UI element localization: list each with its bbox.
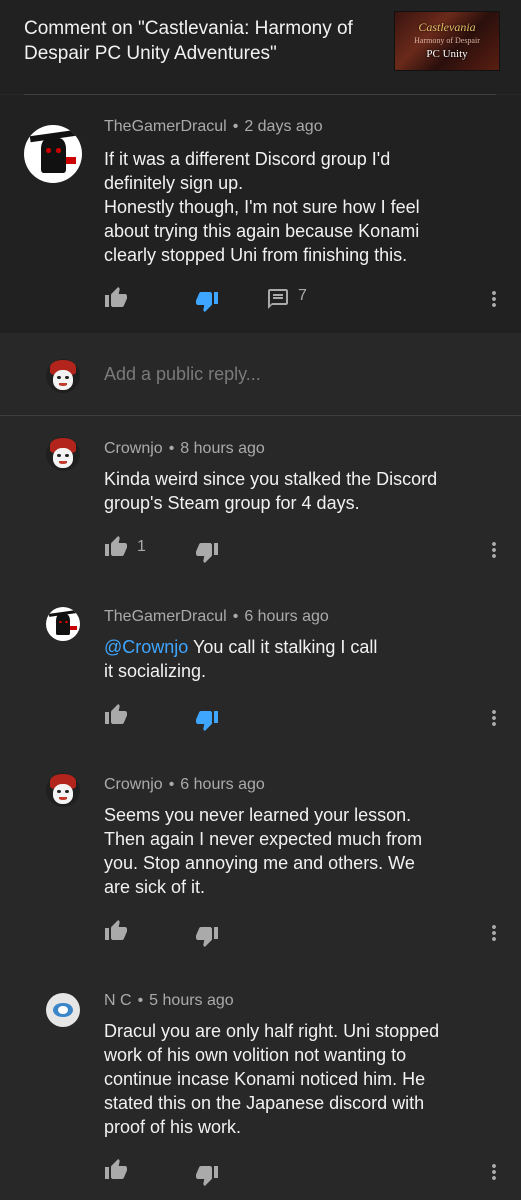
comment-icon[interactable] [266,287,290,311]
comment-text-line: Honestly though, I'm not sure how I feel [104,197,420,217]
comment-meta: Crownjo • 6 hours ago [104,776,265,794]
comment-text-line: work of his own volition not wanting to [104,1045,407,1065]
thumbnail-line-1: Castlevania [418,20,476,34]
more-vert-icon[interactable] [482,538,506,562]
comment-text-line: group's Steam group for 4 days. [104,493,360,513]
main-comment: TheGamerDracul • 2 days ago If it was a di… [0,95,521,333]
comment-text-line: continue incase Konami noticed him. He [104,1069,426,1089]
more-vert-icon[interactable] [482,921,506,945]
meta-separator: • [137,992,144,1009]
comment-text-line: Dracul you are only half right. Uni stop… [104,1021,440,1041]
thumb-up-icon[interactable] [104,286,128,310]
comment-time[interactable]: 8 hours ago [180,440,265,457]
thumb-down-icon[interactable] [195,289,219,313]
more-vert-icon[interactable] [482,706,506,730]
page-title: Comment on "Castlevania: Harmony of Desp… [24,18,353,64]
reply-input-divider [0,415,521,416]
video-thumbnail[interactable]: Castlevania Harmony of Despair PC Unity [394,11,500,71]
thumb-up-icon[interactable] [104,535,128,559]
comment-text-line: are sick of it. [104,877,206,897]
avatar[interactable] [46,773,80,807]
comment-text-line: definitely sign up. [104,173,244,193]
comment-time[interactable]: 6 hours ago [244,608,329,625]
comment-meta: N C • 5 hours ago [104,992,234,1010]
comment-text-line: proof of his work. [104,1117,242,1137]
avatar [46,359,80,393]
comment-text: Seems you never learned your lesson. The… [104,803,494,899]
thumbnail-line-2: Harmony of Despair [414,36,480,45]
comment-meta: TheGamerDracul • 2 days ago [104,118,323,136]
comment-text-line: Seems you never learned your lesson. [104,805,412,825]
comment-text: If it was a different Discord group I'd … [104,147,504,267]
comment-text-line: clearly stopped Uni from finishing this. [104,245,408,265]
comment-text: Kinda weird since you stalked the Discor… [104,467,494,515]
avatar[interactable] [46,993,80,1027]
comment-author[interactable]: Crownjo [104,776,163,793]
more-vert-icon[interactable] [482,287,506,311]
like-count: 1 [137,538,146,555]
thumb-up-icon[interactable] [104,703,128,727]
thumb-down-icon[interactable] [195,708,219,732]
comment-time[interactable]: 2 days ago [244,118,322,135]
reply-count[interactable]: 7 [298,287,307,305]
thumb-down-icon[interactable] [195,1163,219,1187]
comment-author[interactable]: N C [104,992,132,1009]
avatar[interactable] [24,125,82,183]
meta-separator: • [168,440,175,457]
thumb-up-icon[interactable] [104,1158,128,1182]
comment-time[interactable]: 5 hours ago [149,992,234,1009]
comment-author[interactable]: TheGamerDracul [104,118,227,135]
meta-separator: • [232,118,239,135]
more-vert-icon[interactable] [482,1160,506,1184]
comment-text-line: you. Stop annoying me and others. We [104,853,415,873]
comment-text-line: stated this on the Japanese discord with [104,1093,425,1113]
comment-author[interactable]: Crownjo [104,440,163,457]
meta-separator: • [232,608,239,625]
comment-time[interactable]: 6 hours ago [180,776,265,793]
comment-text-line: Kinda weird since you stalked the Discor… [104,469,438,489]
comment-text-line: Then again I never expected much from [104,829,423,849]
thumbnail-line-3: PC Unity [426,48,468,60]
comment-meta: Crownjo • 8 hours ago [104,440,265,458]
comment-text-line: about trying this again because Konami [104,221,420,241]
thumb-up-icon[interactable] [104,919,128,943]
user-mention-link[interactable]: @Crownjo [104,637,188,657]
thumb-down-icon[interactable] [195,540,219,564]
thumb-down-icon[interactable] [195,924,219,948]
comment-text-line: You call it stalking I call [188,637,378,657]
avatar[interactable] [46,437,80,471]
comment-thread-header: Comment on "Castlevania: Harmony of Desp… [0,0,521,94]
comment-text: @Crownjo You call it stalking I call it … [104,635,494,683]
comment-author[interactable]: TheGamerDracul [104,608,227,625]
comment-text-line: it socializing. [104,661,207,681]
comment-meta: TheGamerDracul • 6 hours ago [104,608,329,626]
meta-separator: • [168,776,175,793]
reply-input[interactable]: Add a public reply... [104,364,261,385]
comment-text-line: If it was a different Discord group I'd [104,149,391,169]
avatar[interactable] [46,607,80,641]
comment-text: Dracul you are only half right. Uni stop… [104,1019,504,1139]
